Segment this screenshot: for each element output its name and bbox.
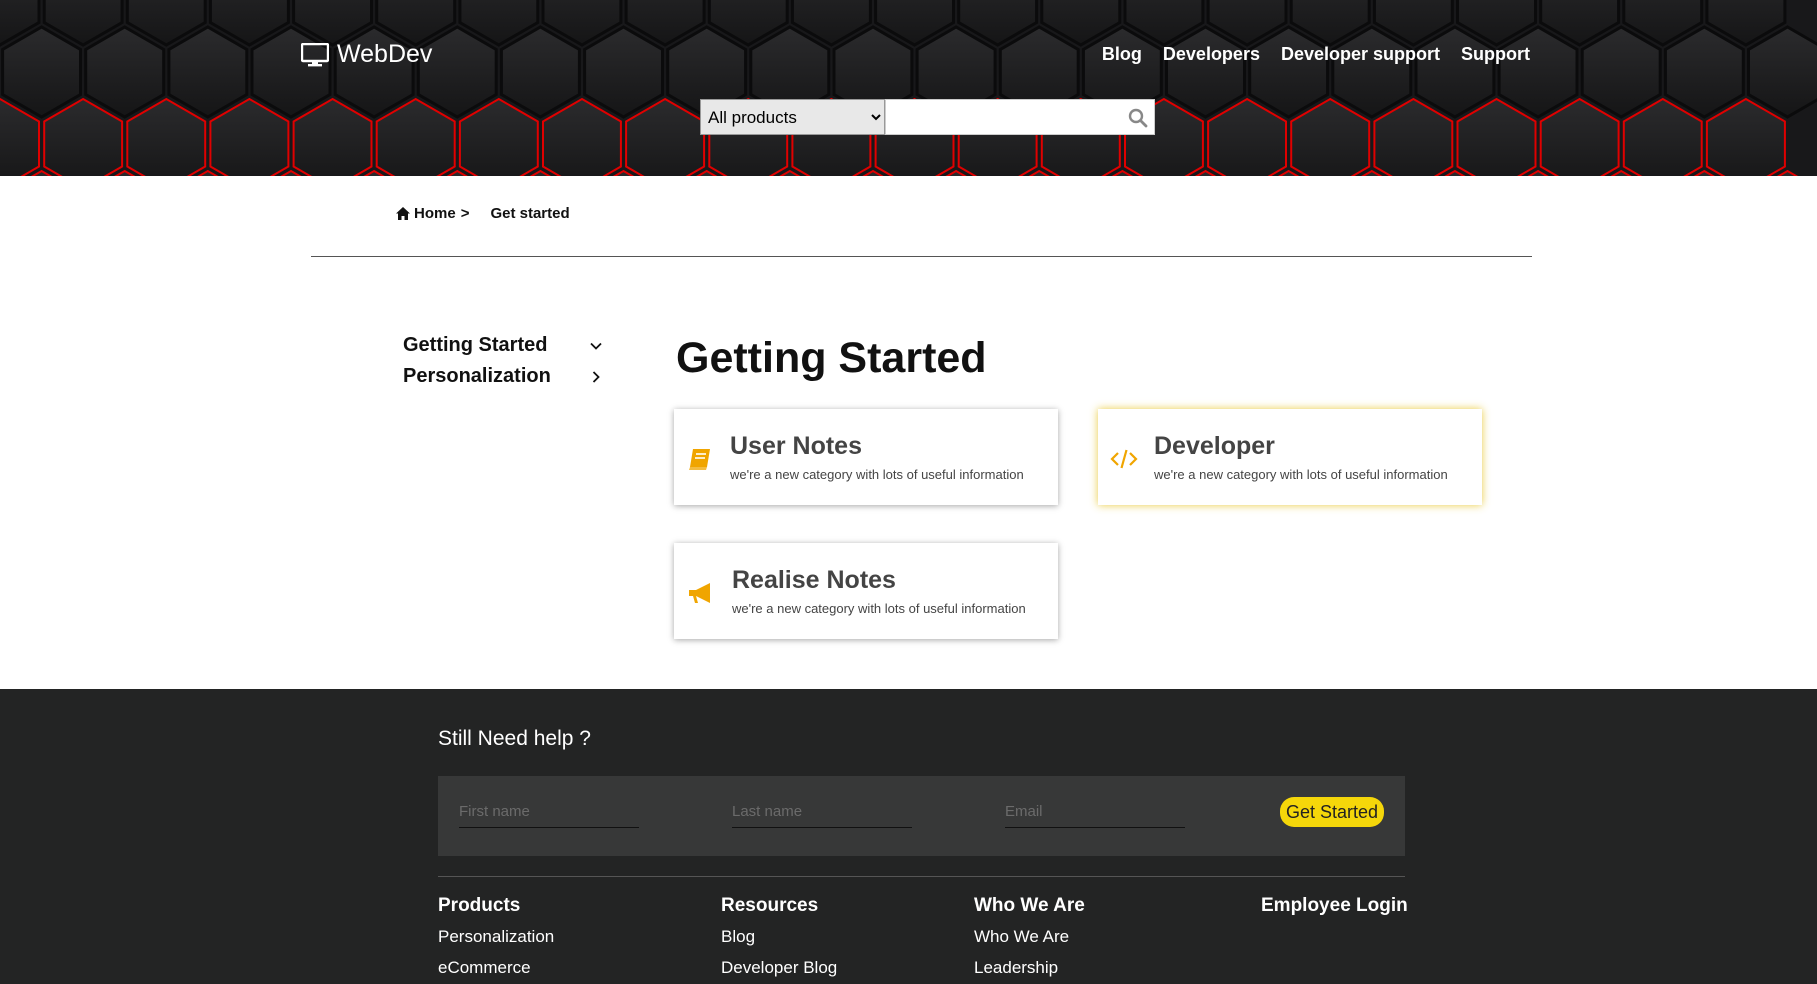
card-text: Developer we're a new category with lots… [1154, 432, 1448, 482]
card-description: we're a new category with lots of useful… [730, 467, 1024, 482]
footer-column-resources: Resources Blog Developer Blog [721, 895, 837, 984]
sidebar-item-getting-started[interactable]: Getting Started [403, 330, 603, 361]
sidebar-item-label: Getting Started [403, 334, 548, 356]
footer-link-leadership[interactable]: Leadership [974, 958, 1085, 978]
sidebar: Getting Started Personalization [403, 330, 603, 392]
site-logo[interactable]: WebDev [301, 40, 432, 69]
card-text: User Notes we're a new category with lot… [730, 432, 1024, 482]
nav-link-developers[interactable]: Developers [1163, 44, 1260, 65]
hexagon-background [0, 0, 1817, 176]
footer-link-ecommerce[interactable]: eCommerce [438, 958, 554, 978]
footer-link-blog[interactable]: Blog [721, 927, 837, 947]
sidebar-item-label: Personalization [403, 365, 551, 387]
first-name-field[interactable] [459, 796, 639, 827]
employee-login-link[interactable]: Employee Login [1261, 895, 1408, 917]
search-icon[interactable] [1128, 108, 1148, 128]
code-icon [1110, 449, 1138, 469]
breadcrumb-separator: > [460, 205, 470, 222]
email-field-wrap [1005, 796, 1185, 828]
breadcrumb-home-link[interactable]: Home [414, 205, 456, 222]
site-footer: Still Need help ? Get Started Products P… [0, 689, 1817, 984]
last-name-field[interactable] [732, 796, 912, 827]
megaphone-icon [689, 583, 710, 603]
home-icon [396, 207, 410, 220]
search-bar: All products [700, 99, 1155, 135]
footer-column-employee-login: Employee Login [1261, 895, 1408, 927]
breadcrumb-current: Get started [490, 205, 570, 222]
breadcrumb: Home > Get started [396, 205, 570, 222]
footer-column-who-we-are: Who We Are Who We Are Leadership [974, 895, 1085, 984]
card-description: we're a new category with lots of useful… [1154, 467, 1448, 482]
search-box [885, 99, 1155, 135]
first-name-field-wrap [459, 796, 639, 828]
chevron-right-icon [592, 370, 600, 383]
book-icon [689, 449, 710, 470]
footer-link-developer-blog[interactable]: Developer Blog [721, 958, 837, 978]
card-description: we're a new category with lots of useful… [732, 601, 1026, 616]
card-text: Realise Notes we're a new category with … [732, 566, 1026, 616]
top-nav: Blog Developers Developer support Suppor… [1102, 44, 1530, 65]
footer-column-heading: Products [438, 895, 521, 916]
last-name-field-wrap [732, 796, 912, 828]
category-card-developer[interactable]: Developer we're a new category with lots… [1098, 409, 1482, 505]
logo-text: WebDev [337, 40, 433, 68]
sidebar-item-personalization[interactable]: Personalization [403, 361, 603, 392]
footer-column-heading: Who We Are [974, 895, 1085, 916]
footer-link-personalization[interactable]: Personalization [438, 927, 554, 947]
card-title: Realise Notes [732, 566, 896, 594]
category-card-realise-notes[interactable]: Realise Notes we're a new category with … [674, 543, 1058, 639]
monitor-icon [301, 42, 329, 66]
footer-link-who-we-are[interactable]: Who We Are [974, 927, 1085, 947]
card-title: User Notes [730, 432, 862, 460]
page-title: Getting Started [676, 334, 987, 382]
product-category-select[interactable]: All products [700, 99, 885, 135]
nav-link-blog[interactable]: Blog [1102, 44, 1142, 65]
nav-link-support[interactable]: Support [1461, 44, 1530, 65]
card-title: Developer [1154, 432, 1275, 460]
help-form: Get Started [438, 776, 1405, 856]
nav-link-developer-support[interactable]: Developer support [1281, 44, 1440, 65]
footer-column-heading: Resources [721, 895, 819, 916]
footer-divider [438, 876, 1405, 877]
chevron-down-icon [590, 342, 602, 350]
help-title: Still Need help ? [438, 727, 591, 750]
category-card-user-notes[interactable]: User Notes we're a new category with lot… [674, 409, 1058, 505]
site-header: WebDev Blog Developers Developer support… [0, 0, 1817, 176]
breadcrumb-divider [311, 256, 1532, 257]
footer-column-products: Products Personalization eCommerce [438, 895, 554, 984]
get-started-button[interactable]: Get Started [1279, 797, 1384, 827]
search-input[interactable] [886, 100, 1154, 134]
email-field[interactable] [1005, 796, 1185, 827]
